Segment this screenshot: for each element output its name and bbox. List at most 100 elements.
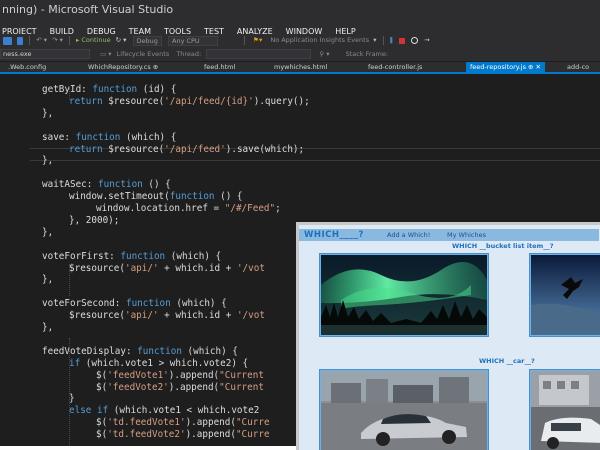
- code-line: voteForFirst: function (which) {: [42, 251, 221, 263]
- nav-add-which[interactable]: Add a Which!: [387, 229, 430, 241]
- image-card-skydive[interactable]: [529, 253, 600, 337]
- code-string: '/vot: [236, 310, 265, 322]
- code-line: window.location.href = "/#/Feed";: [96, 203, 281, 215]
- indent-guide: [69, 338, 70, 446]
- window-title: nning) - Microsoft Visual Studio: [0, 0, 600, 19]
- code-text: (which) {: [170, 298, 227, 310]
- lifecycle-icon[interactable]: ▭ ▾: [100, 47, 111, 61]
- code-string: 'feedVote2': [107, 381, 169, 393]
- stackframe-label: Stack Frame:: [345, 50, 389, 58]
- code-text: $resource(: [69, 310, 125, 322]
- code-keyword: if: [69, 357, 81, 369]
- code-text: ).save(which);: [225, 143, 305, 155]
- code-string: 'feedVote1': [107, 369, 169, 381]
- code-string: 'td.feedVote1': [107, 417, 186, 429]
- code-text: },: [42, 274, 54, 286]
- code-line: save: function (which) {: [42, 132, 176, 144]
- code-text: },: [42, 322, 54, 333]
- toolbar-separator: [382, 36, 384, 45]
- nav-my-whiches[interactable]: My Whiches: [447, 229, 486, 241]
- insights-icon[interactable]: ⚑▾: [253, 34, 262, 47]
- code-keyword: function: [97, 179, 143, 191]
- debug-location-toolbar: ness.exe ▭ ▾ Lifecycle Events Thread: ⚲ …: [0, 47, 600, 61]
- code-string: 'api/': [124, 262, 159, 274]
- code-text: $(: [96, 369, 108, 381]
- configuration-dropdown[interactable]: Debug: [132, 35, 162, 46]
- code-string: "Curre: [235, 417, 270, 429]
- insights-dropdown[interactable]: No Application Insights Events: [270, 34, 369, 47]
- pause-icon[interactable]: ‖: [390, 34, 393, 47]
- toolbar-separator: [244, 36, 246, 45]
- menu-bar: PROJECT BUILD DEBUG TEAM TOOLS TEST ANALYZE WIN…: [0, 19, 600, 36]
- tab-0[interactable]: .Web.config: [8, 62, 46, 72]
- continue-button[interactable]: ▸ Continue: [76, 34, 111, 47]
- dropdown-arrow-icon[interactable]: ▾: [373, 34, 376, 47]
- stop-icon[interactable]: [398, 37, 405, 44]
- code-line: getById: function (id) {: [42, 84, 176, 96]
- code-line: feedVoteDisplay: function (which) {: [42, 346, 238, 358]
- code-line: }, 2000);: [69, 215, 119, 227]
- redo-icon[interactable]: ↷ ▾: [52, 34, 63, 47]
- tab-1[interactable]: WhichRepository.cs ⊕: [88, 62, 158, 72]
- sports-car-photo: [321, 371, 487, 450]
- browser-preview: WHICH____? Add a Which! My Whiches WHICH…: [296, 222, 600, 450]
- code-text: $resource(: [69, 262, 125, 274]
- refresh-icon[interactable]: ↻ ▾: [116, 34, 127, 47]
- image-card-car1[interactable]: [319, 369, 489, 450]
- code-line: window.setTimeout(function () {: [69, 191, 243, 203]
- code-string: '/api/feed': [164, 143, 226, 155]
- code-text: + which.id +: [158, 310, 237, 322]
- code-text: window.location.href =: [96, 203, 225, 214]
- code-text: waitASec:: [42, 179, 98, 191]
- toolbar-separator: [29, 36, 31, 45]
- process-dropdown[interactable]: ness.exe: [0, 49, 90, 59]
- lifecycle-events-dropdown[interactable]: Lifecycle Events: [117, 47, 170, 61]
- code-keyword: function: [137, 345, 182, 357]
- tab-3[interactable]: mywhiches.html: [274, 62, 327, 72]
- toolbar-separator: [68, 36, 70, 45]
- code-text: () {: [142, 179, 171, 191]
- code-text: (which) {: [120, 131, 177, 143]
- tab-6[interactable]: add-co: [567, 62, 589, 72]
- code-line: voteForSecond: function (which) {: [42, 298, 227, 310]
- code-text: ).append(: [168, 369, 220, 381]
- code-line: },: [42, 322, 53, 334]
- code-text: ).append(: [185, 417, 236, 429]
- code-text: $resource(: [102, 143, 165, 155]
- flag-icon[interactable]: ⚲ ▾: [319, 47, 329, 61]
- code-text: (id) {: [137, 84, 177, 95]
- skydive-photo: [531, 255, 600, 335]
- code-text: },: [42, 107, 54, 119]
- code-line: $('td.feedVote2').append("Curre: [96, 429, 270, 441]
- tab-4[interactable]: feed-controller.js: [368, 62, 422, 72]
- code-string: '/vot: [236, 262, 265, 274]
- tab-5[interactable]: feed-repository.js ⊕ ✕: [466, 62, 545, 72]
- code-string: '/api/feed/{id}': [164, 95, 254, 107]
- tab-2[interactable]: feed.html: [204, 62, 235, 72]
- save-icon[interactable]: [3, 36, 12, 45]
- restart-icon[interactable]: [411, 37, 419, 44]
- code-string: "/#/Feed": [224, 203, 276, 214]
- code-text: ).append(: [168, 381, 220, 393]
- code-text: + which.id +: [158, 262, 237, 274]
- image-card-aurora[interactable]: [319, 253, 489, 337]
- standard-toolbar: ↶ ▾ ↷ ▾ ▸ Continue ↻ ▾ Debug Any CPU ⚑▾ …: [0, 34, 600, 47]
- aurora-photo: [321, 255, 487, 335]
- platform-dropdown[interactable]: Any CPU: [168, 35, 218, 46]
- code-string: "Current: [219, 381, 264, 393]
- code-text: $(: [96, 429, 108, 441]
- save-all-icon[interactable]: [17, 36, 24, 45]
- code-keyword: function: [92, 84, 138, 95]
- undo-icon[interactable]: ↶ ▾: [36, 34, 47, 47]
- code-text: save:: [42, 131, 76, 143]
- image-card-car2[interactable]: [529, 369, 600, 450]
- code-text: (which.vote1 < which.vote2: [108, 405, 260, 417]
- code-string: 'td.feedVote2': [107, 429, 186, 441]
- site-logo[interactable]: WHICH____?: [304, 229, 364, 241]
- step-icon[interactable]: →: [424, 34, 429, 47]
- code-text: (which) {: [165, 250, 222, 262]
- thread-dropdown[interactable]: [206, 49, 312, 59]
- code-keyword: else if: [69, 405, 109, 417]
- indent-guide: [69, 264, 70, 296]
- code-line: $('feedVote2').append("Current: [96, 382, 264, 394]
